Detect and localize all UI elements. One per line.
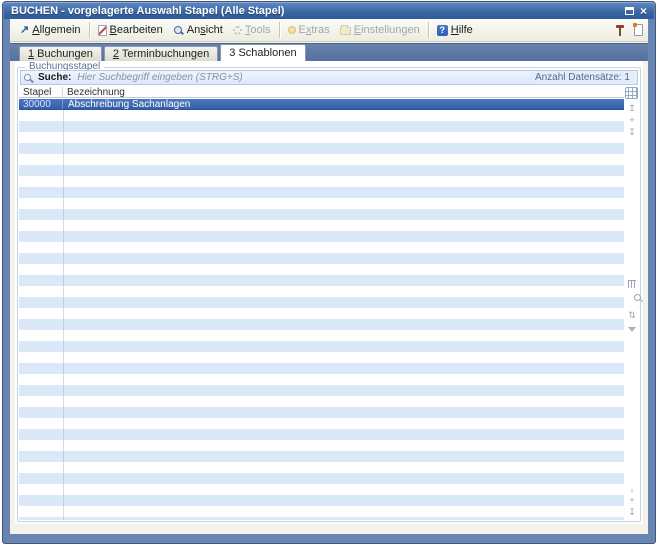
scroll-to-bottom-icon[interactable]: ↧: [625, 127, 639, 137]
einstellungen-label: Einstellungen: [354, 24, 420, 36]
buchungsstapel-groupbox: Buchungsstapel Suche: Hier Suchbegriff e…: [17, 67, 641, 522]
search-icon: [23, 72, 34, 83]
extras-button: Extras: [283, 22, 335, 38]
bulb-icon: [288, 26, 296, 34]
tools-label: Tools: [245, 24, 271, 36]
column-header-bezeichnung[interactable]: Bezeichnung: [63, 87, 624, 97]
table-side-rail: ↥ + ↧ ⇅ ↓ + ↧: [625, 87, 639, 520]
gear-icon: [233, 26, 242, 35]
stapel-table: Stapel Bezeichnung 30000 Abschreibung Sa…: [19, 87, 624, 520]
help-icon: ?: [437, 25, 448, 36]
column-header-stapel[interactable]: Stapel: [19, 87, 63, 97]
bearbeiten-button[interactable]: Bearbeiten: [93, 22, 168, 38]
main-toolbar: ↗ Allgemein Bearbeiten Ansicht Tools Ext…: [10, 19, 648, 42]
restore-window-icon[interactable]: [625, 7, 634, 15]
jump-to-last-icon[interactable]: ↧: [625, 507, 639, 517]
extras-label: Extras: [299, 24, 330, 36]
columns-icon[interactable]: [628, 280, 636, 288]
record-count: Anzahl Datensätze: 1: [530, 71, 635, 84]
toolbar-separator: [89, 22, 90, 38]
magnifier-icon: [173, 25, 184, 36]
hilfe-label: Hilfe: [451, 24, 473, 36]
tab-terminbuchungen[interactable]: 2 Terminbuchungen: [104, 46, 218, 61]
zoom-search-icon[interactable]: [625, 293, 639, 303]
search-input[interactable]: Hier Suchbegriff eingeben (STRG+S): [77, 72, 530, 83]
new-document-icon[interactable]: [634, 24, 643, 36]
tab-page: Buchungsstapel Suche: Hier Suchbegriff e…: [15, 61, 643, 524]
app-window: BUCHEN - vorgelagerte Auswahl Stapel (Al…: [2, 1, 656, 544]
filter-icon[interactable]: [628, 327, 636, 332]
allgemein-button[interactable]: ↗ Allgemein: [15, 22, 86, 38]
edit-page-icon: [98, 25, 107, 36]
center-icon[interactable]: +: [625, 495, 639, 505]
scroll-to-top-icon[interactable]: ↥: [625, 103, 639, 113]
cell-stapel: 30000: [19, 99, 63, 109]
search-bar[interactable]: Suche: Hier Suchbegriff eingeben (STRG+S…: [20, 70, 638, 85]
cell-bezeichnung: Abschreibung Sachanlagen: [63, 99, 624, 109]
column-divider: [63, 99, 64, 520]
table-row[interactable]: 30000 Abschreibung Sachanlagen: [19, 99, 624, 110]
search-label: Suche:: [38, 72, 71, 83]
tools-button: Tools: [228, 22, 276, 38]
tab-strip: 1 Buchungen 2 Terminbuchungen 3 Schablon…: [10, 43, 648, 61]
close-icon[interactable]: ×: [640, 6, 647, 16]
export-grid-icon[interactable]: [625, 87, 638, 99]
folder-icon: [340, 27, 351, 35]
center-selection-icon[interactable]: +: [625, 115, 639, 125]
arrow-up-right-icon: ↗: [20, 25, 29, 35]
ansicht-button[interactable]: Ansicht: [168, 22, 228, 38]
sort-icon[interactable]: ⇅: [625, 310, 639, 320]
hammer-tool-icon[interactable]: [615, 24, 626, 37]
titlebar[interactable]: BUCHEN - vorgelagerte Auswahl Stapel (Al…: [4, 3, 654, 19]
hilfe-button[interactable]: ? Hilfe: [432, 22, 478, 38]
table-header: Stapel Bezeichnung: [19, 87, 624, 98]
toolbar-separator: [279, 22, 280, 38]
table-body: 30000 Abschreibung Sachanlagen: [19, 99, 624, 520]
einstellungen-button: Einstellungen: [335, 22, 425, 38]
scroll-down-icon[interactable]: ↓: [625, 484, 639, 494]
allgemein-label: Allgemein: [32, 24, 80, 36]
window-title: BUCHEN - vorgelagerte Auswahl Stapel (Al…: [11, 5, 284, 17]
ansicht-label: Ansicht: [187, 24, 223, 36]
bearbeiten-label: Bearbeiten: [110, 24, 163, 36]
tab-buchungen[interactable]: 1 Buchungen: [19, 46, 102, 61]
tab-schablonen[interactable]: 3 Schablonen: [220, 44, 305, 61]
toolbar-separator: [428, 22, 429, 38]
window-body: ↗ Allgemein Bearbeiten Ansicht Tools Ext…: [10, 19, 648, 534]
